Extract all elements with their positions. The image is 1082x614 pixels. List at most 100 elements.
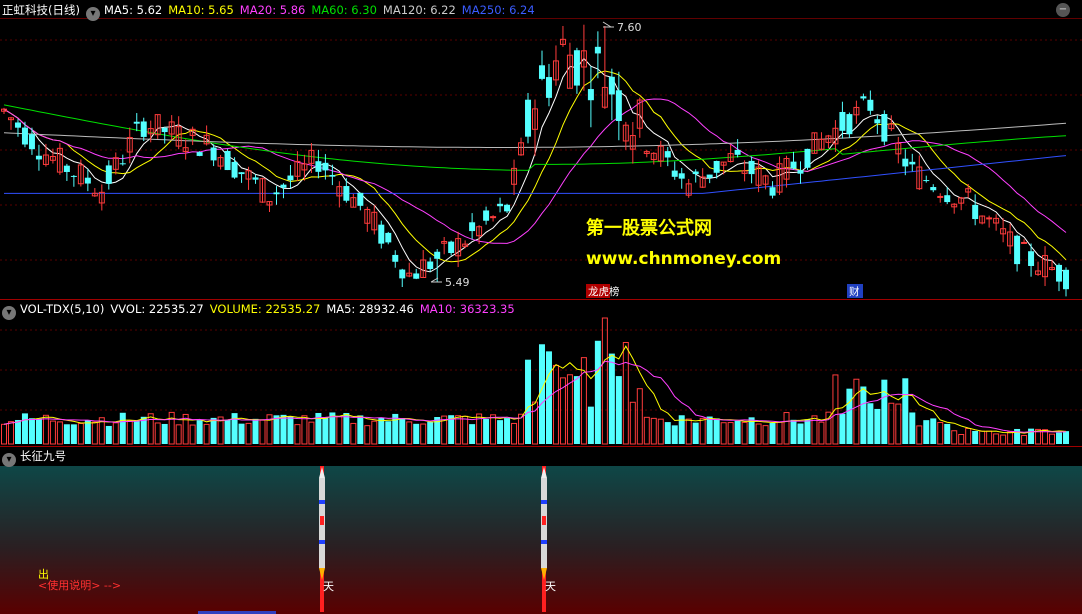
volume-bar	[1049, 433, 1056, 445]
collapse-ind-icon[interactable]: ▾	[2, 453, 16, 467]
candle-body	[280, 184, 287, 188]
volume-bar	[308, 421, 315, 445]
volume-bar	[944, 423, 951, 444]
volume-bar	[21, 413, 28, 444]
rocket-stripe	[320, 516, 324, 525]
volume-bar	[35, 418, 42, 444]
volume-bar	[993, 433, 1000, 445]
volume-bar	[371, 420, 378, 445]
candle-body	[315, 161, 322, 172]
volume-bar	[294, 424, 301, 445]
candle-body	[860, 96, 867, 99]
volume-bar	[790, 419, 797, 444]
volume-bar	[839, 413, 846, 444]
volume-bar	[147, 413, 154, 445]
watermark-title: 第一股票公式网	[586, 218, 712, 239]
separator-vol	[0, 446, 1082, 447]
rocket-stripe	[319, 500, 325, 504]
volume-bar	[483, 418, 490, 444]
candle-body	[70, 175, 77, 177]
candle-body	[937, 195, 944, 198]
candle-body	[231, 161, 238, 178]
volume-bar	[755, 423, 762, 445]
badge-finance[interactable]: 财	[847, 284, 863, 298]
volume-bar	[469, 424, 476, 444]
candle-body	[909, 161, 916, 165]
volume-header: ▾ VOL-TDX(5,10) VVOL: 22535.27 VOLUME: 2253…	[2, 300, 521, 320]
candle-body	[28, 134, 35, 150]
candle-body	[105, 165, 112, 184]
candle-body	[238, 172, 245, 175]
candle-body	[545, 77, 552, 98]
volume-bar	[874, 408, 881, 444]
candle-body	[161, 127, 168, 133]
volume-bar	[951, 430, 958, 445]
candle-body	[608, 76, 615, 95]
candle-body	[986, 217, 993, 220]
candle-body	[972, 204, 979, 220]
volume-bar	[573, 376, 580, 444]
volume-bar	[497, 420, 504, 444]
volume-bar	[566, 374, 573, 445]
candle-body	[140, 121, 147, 137]
candle-body	[713, 161, 720, 173]
vvol-value: VVOL: 22535.27	[110, 302, 204, 316]
candle-body	[392, 254, 399, 262]
volume-bar	[343, 412, 350, 444]
vol-indicator-name[interactable]: VOL-TDX(5,10)	[20, 302, 104, 316]
volume-bar	[49, 420, 56, 445]
volume-bar	[462, 415, 469, 445]
usage-link[interactable]: <使用说明> -->	[38, 577, 121, 593]
volume-bar	[224, 419, 231, 444]
volume-bar	[413, 423, 420, 444]
volume-bar	[238, 423, 245, 444]
candle-body	[427, 261, 434, 270]
volume-bar	[119, 412, 126, 444]
volume-bar	[70, 424, 77, 444]
volume-bar	[455, 415, 462, 445]
volume-bar	[629, 401, 636, 445]
volume-bar	[1000, 434, 1007, 445]
volume-bar	[965, 427, 972, 445]
candle-body	[343, 186, 350, 201]
volume-bar	[867, 403, 874, 444]
volume-bar	[189, 424, 196, 445]
candle-body	[1056, 264, 1063, 282]
volume-bar	[552, 364, 559, 445]
volume-bar	[587, 406, 594, 444]
volume-bar	[622, 341, 629, 445]
collapse-vol-icon[interactable]: ▾	[2, 306, 16, 320]
volume-bar	[490, 414, 497, 445]
signal-label-2: 天	[545, 580, 556, 593]
volume-bar	[357, 415, 364, 444]
candle-body	[734, 149, 741, 155]
volume-bar	[1021, 434, 1028, 445]
indicator-name[interactable]: 长征九号	[20, 449, 66, 463]
minimize-icon[interactable]: −	[1056, 3, 1070, 17]
volume-bar	[923, 420, 930, 444]
candle-body	[497, 203, 504, 207]
volume-bar	[280, 414, 287, 444]
candle-body	[252, 177, 259, 180]
candle-body	[490, 216, 497, 219]
volume-bar	[930, 418, 937, 444]
ma250-value: MA250: 6.24	[461, 3, 535, 17]
stock-name[interactable]: 正虹科技(日线)	[2, 3, 80, 17]
volume-bar	[203, 423, 210, 445]
volume-bar	[56, 421, 63, 445]
volume-bar	[91, 421, 98, 445]
candles	[1, 24, 1069, 297]
volume-bar	[336, 416, 343, 445]
badge-dragon-tiger[interactable]: 龙虎榜	[586, 284, 620, 298]
candle-body	[671, 170, 678, 177]
candle-body	[119, 163, 126, 165]
volume-bar	[105, 425, 112, 444]
candle-body	[790, 161, 797, 169]
volume-bar	[385, 421, 392, 444]
candle-body	[287, 175, 294, 181]
candle-body	[385, 232, 392, 243]
candle-body	[329, 174, 336, 177]
collapse-icon[interactable]: ▾	[85, 7, 100, 21]
candle-body	[881, 114, 888, 142]
volume-bar	[154, 422, 161, 445]
